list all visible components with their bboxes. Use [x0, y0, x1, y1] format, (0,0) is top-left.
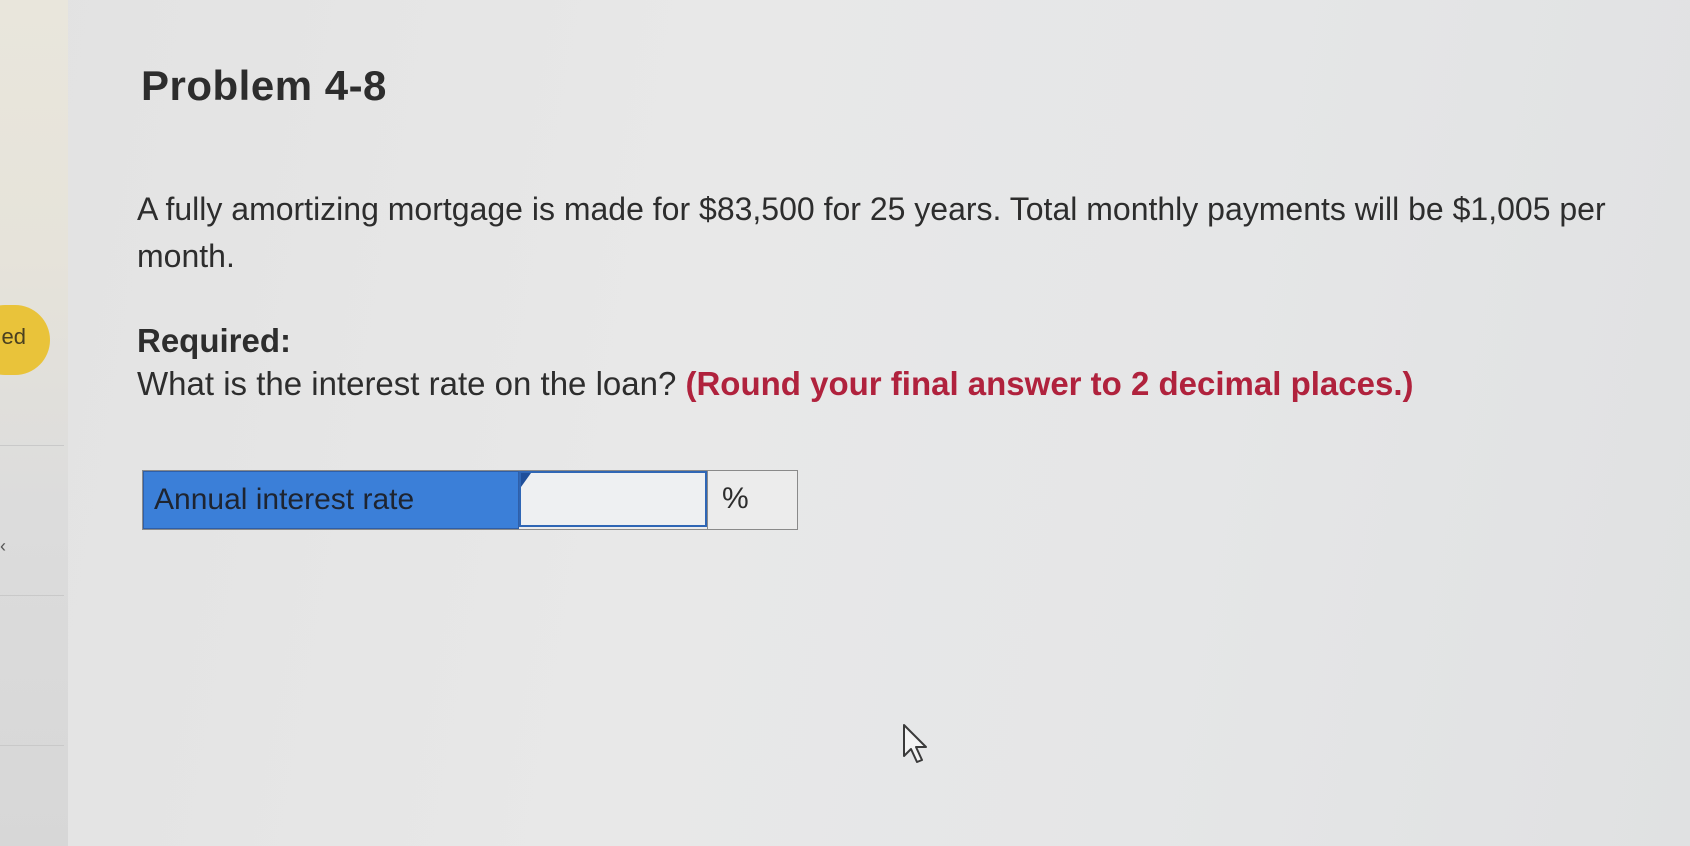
- sidebar-divider: [0, 745, 64, 746]
- question-text: What is the interest rate on the loan?: [137, 365, 677, 402]
- left-sidebar: [0, 0, 68, 846]
- sidebar-badge-label: ed: [1, 324, 26, 349]
- chevron-left-icon[interactable]: ‹: [0, 536, 6, 557]
- answer-table-row: Annual interest rate %: [142, 470, 798, 530]
- rounding-instruction: (Round your final answer to 2 decimal pl…: [685, 365, 1414, 402]
- percent-unit: %: [707, 471, 797, 529]
- answer-label: Annual interest rate: [143, 471, 519, 529]
- sidebar-divider: [0, 445, 64, 446]
- question-line: What is the interest rate on the loan? (…: [137, 365, 1413, 403]
- problem-statement: A fully amortizing mortgage is made for …: [137, 191, 1606, 274]
- input-focus-marker-icon: [521, 473, 531, 487]
- sidebar-divider: [0, 595, 64, 596]
- interest-rate-input[interactable]: [519, 471, 707, 527]
- required-heading: Required:: [137, 322, 292, 359]
- mouse-pointer-icon: [903, 724, 927, 763]
- answer-input-cell: [519, 471, 707, 529]
- problem-title: Problem 4-8: [141, 62, 387, 109]
